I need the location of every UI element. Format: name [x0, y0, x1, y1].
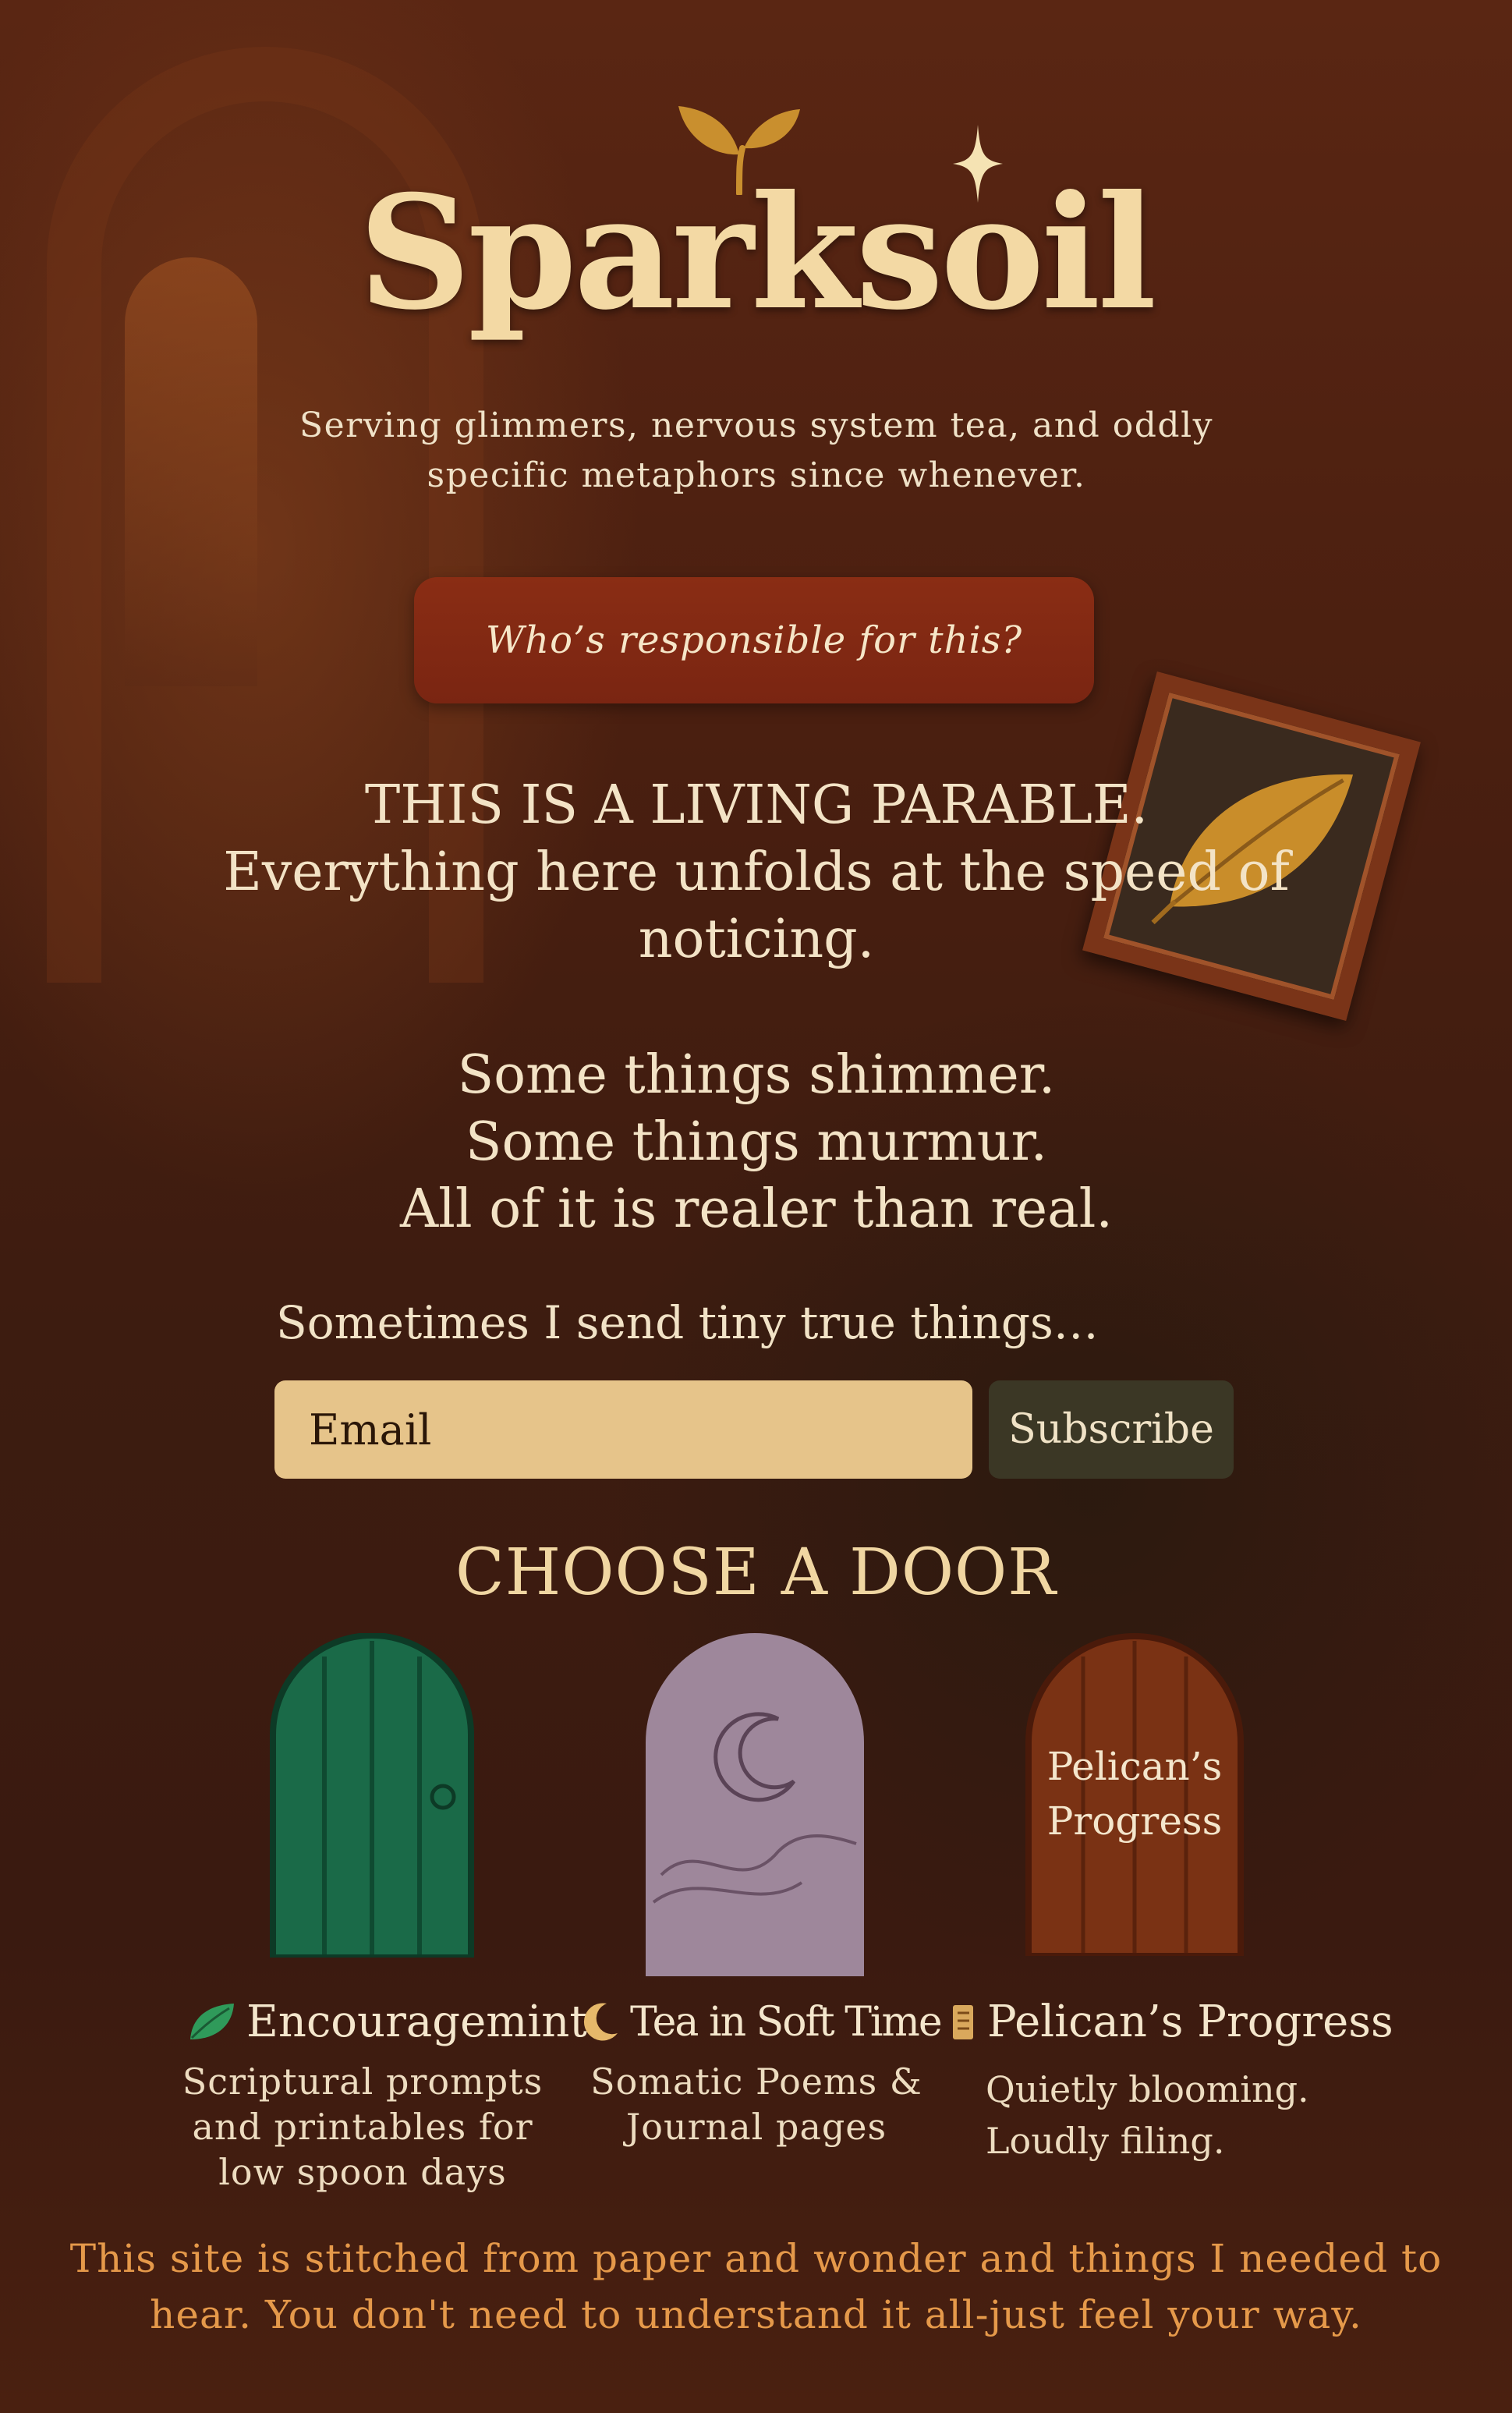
- parable-line: Everything here unfolds at the speed of …: [223, 842, 1290, 970]
- pelicans-progress-door[interactable]: Pelican’s Progress: [1024, 1633, 1245, 1956]
- leaf-icon: [190, 2004, 234, 2039]
- subscribe-button[interactable]: Subscribe: [989, 1380, 1234, 1479]
- door-sign: Pelican’s Progress: [1046, 1744, 1223, 1844]
- site-tagline: Serving glimmers, nervous system tea, an…: [299, 406, 1214, 495]
- door-description-encouragemint: Scriptural prompts and printables for lo…: [182, 2060, 544, 2193]
- door-title: Tea in Soft Time: [630, 1999, 943, 2046]
- door-description-tea-in-soft-time: Somatic Poems & Journal pages: [590, 2060, 922, 2148]
- door-label-tea-in-soft-time[interactable]: Tea in Soft Time: [583, 1995, 943, 2050]
- newsletter-label: Sometimes I send tiny true things…: [276, 1296, 1099, 1349]
- parable-line: Some things murmur.: [465, 1111, 1048, 1173]
- about-button[interactable]: Who’s responsible for this?: [414, 577, 1094, 703]
- parable-heading: THIS IS A LIVING PARABLE.: [364, 774, 1149, 836]
- encouragemint-door[interactable]: [268, 1633, 476, 1958]
- door-title: Encouragemint: [246, 1997, 587, 2047]
- door-description-pelicans-progress: Quietly blooming. Loudly filing.: [986, 2068, 1309, 2162]
- parable-line: All of it is realer than real.: [399, 1178, 1113, 1240]
- door-label-pelicans-progress[interactable]: Pelican’s Progress: [948, 1995, 1393, 2050]
- moon-icon: [583, 2003, 618, 2041]
- site-title: Sparksoil: [358, 161, 1157, 345]
- parable-intro: THIS IS A LIVING PARABLE. Everything her…: [187, 772, 1326, 973]
- doors-heading: CHOOSE A DOOR: [455, 1536, 1057, 1610]
- footer-text: This site is stitched from paper and won…: [69, 2236, 1443, 2337]
- door-title: Pelican’s Progress: [987, 1997, 1393, 2047]
- parable-verse: Some things shimmer. Some things murmur.…: [187, 1042, 1326, 1243]
- email-field[interactable]: [274, 1380, 972, 1479]
- parable-line: Some things shimmer.: [457, 1044, 1056, 1106]
- door-label-encouragemint[interactable]: Encouragemint: [187, 1995, 587, 2050]
- scroll-icon: [953, 2005, 973, 2039]
- tea-in-soft-time-door[interactable]: [646, 1633, 864, 1976]
